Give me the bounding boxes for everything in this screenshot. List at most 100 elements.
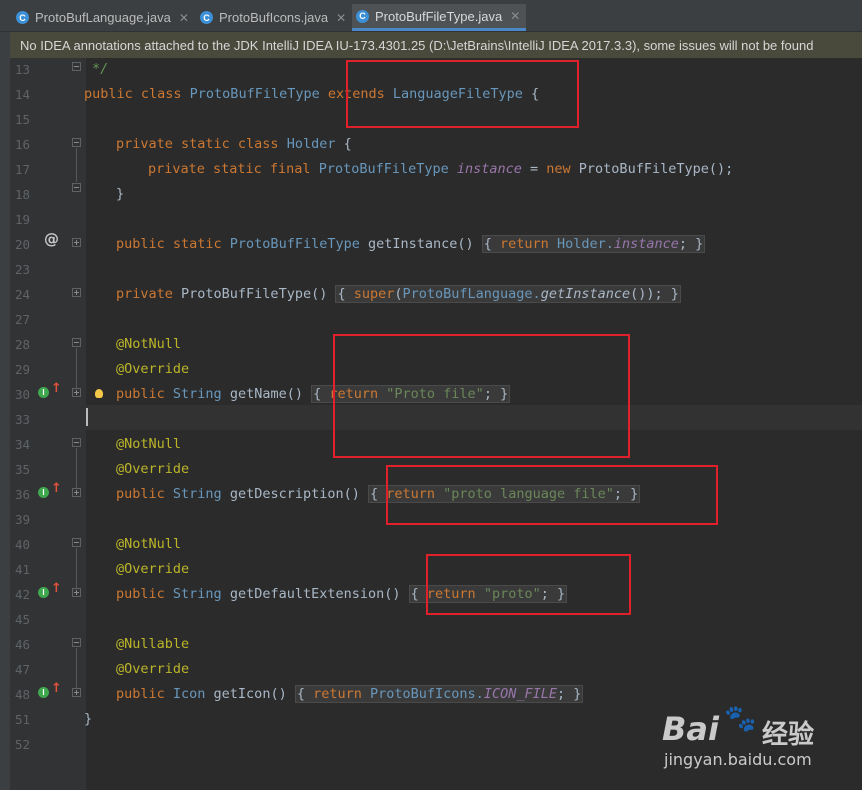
folded-method-body[interactable]: { return Holder.instance; } — [481, 235, 706, 253]
close-icon[interactable]: ✕ — [179, 11, 189, 25]
keyword: return — [313, 686, 371, 702]
tab-protobuffiletype[interactable]: C ProtoBufFileType.java ✕ — [352, 4, 526, 31]
method-name: getIcon — [213, 686, 271, 702]
paren: ( — [394, 286, 403, 302]
highlight-box — [346, 60, 579, 128]
annotation: @Override — [116, 561, 190, 577]
expand-icon[interactable] — [72, 388, 81, 397]
overrides-up-arrow-icon[interactable]: ↑ — [51, 681, 62, 696]
class-name: ProtoBufFileType — [318, 161, 457, 177]
brace: { — [296, 686, 314, 702]
watermark-url-text: jingyan.baidu.com — [664, 750, 812, 769]
implements-method-icon[interactable]: I — [38, 587, 49, 598]
line-number: 29 — [14, 362, 30, 377]
line-number: 35 — [14, 462, 30, 477]
brace: } — [116, 186, 125, 202]
method-name: getInstance — [367, 236, 458, 252]
line-number: 23 — [14, 262, 30, 277]
close-icon[interactable]: ✕ — [336, 11, 346, 25]
expand-icon[interactable] — [72, 488, 81, 497]
code-line-17: private static final ProtoBufFileType in… — [148, 157, 733, 182]
class-name: String — [172, 486, 230, 502]
keyword: public — [116, 386, 173, 402]
code-line-48: public Icon getIcon() { return ProtoBufI… — [116, 682, 584, 707]
parens: () — [270, 686, 295, 702]
watermark-cn-text: 经验 — [762, 720, 815, 750]
line-number: 20 — [14, 237, 30, 252]
parens: () — [384, 586, 409, 602]
fold-toggle-icon[interactable] — [72, 62, 81, 71]
line-number: 46 — [14, 637, 30, 652]
line-number: 39 — [14, 512, 30, 527]
fold-toggle-icon[interactable] — [72, 338, 81, 347]
annotation: @NotNull — [116, 336, 182, 352]
overrides-up-arrow-icon[interactable]: ↑ — [51, 581, 62, 596]
keyword: private static final — [148, 161, 319, 177]
keyword: new — [546, 161, 579, 177]
code-line-20: public static ProtoBufFileType getInstan… — [116, 232, 706, 257]
field-name: ICON_FILE — [483, 686, 557, 702]
class-name: Holder — [286, 136, 336, 152]
code-line-34: @NotNull — [116, 432, 181, 457]
keyword: private static class — [116, 136, 287, 152]
line-number: 13 — [14, 62, 30, 77]
expand-icon[interactable] — [72, 588, 81, 597]
watermark-brand: Bai — [662, 710, 719, 748]
folded-method-body[interactable]: { return ProtoBufIcons.ICON_FILE; } — [294, 685, 584, 703]
class-name: Holder. — [556, 236, 614, 252]
parens: () — [457, 236, 482, 252]
fold-toggle-icon[interactable] — [72, 183, 81, 192]
tab-protobuficons[interactable]: C ProtoBufIcons.java ✕ — [196, 4, 348, 31]
constructor-call: ProtoBufFileType(); — [578, 161, 734, 177]
close-icon[interactable]: ✕ — [510, 9, 520, 23]
highlight-box — [333, 334, 630, 458]
code-line-13: */ — [92, 57, 108, 82]
brace: } — [84, 711, 93, 727]
keyword: super — [353, 286, 395, 302]
class-name: ProtoBufLanguage. — [402, 286, 541, 302]
keyword: public — [116, 686, 173, 702]
keyword: public class — [84, 86, 190, 102]
line-number: 40 — [14, 537, 30, 552]
folded-method-body[interactable]: { super(ProtoBufLanguage.getInstance());… — [335, 285, 681, 303]
fold-toggle-icon[interactable] — [72, 638, 81, 647]
java-class-icon: C — [200, 11, 213, 24]
highlight-box — [386, 465, 718, 525]
class-name: ProtoBufFileType — [229, 236, 368, 252]
overrides-up-arrow-icon[interactable]: ↑ — [51, 481, 62, 496]
annotation-marker-icon[interactable]: @ — [44, 230, 59, 248]
keyword: private — [116, 286, 182, 302]
class-name: String — [172, 386, 230, 402]
line-number: 51 — [14, 712, 30, 727]
parens: () — [343, 486, 368, 502]
implements-method-icon[interactable]: I — [38, 687, 49, 698]
brace: { — [335, 136, 352, 152]
expand-icon[interactable] — [72, 238, 81, 247]
annotation: @NotNull — [116, 536, 182, 552]
overrides-up-arrow-icon[interactable]: ↑ — [51, 381, 62, 396]
implements-method-icon[interactable]: I — [38, 487, 49, 498]
code-line-46: @Nullable — [116, 632, 189, 657]
implements-method-icon[interactable]: I — [38, 387, 49, 398]
keyword: public static — [116, 236, 230, 252]
tab-protobuflanguage[interactable]: C ProtoBufLanguage.java ✕ — [12, 4, 190, 31]
left-tool-strip — [0, 0, 10, 790]
annotations-warning-banner: No IDEA annotations attached to the JDK … — [10, 32, 862, 58]
operator: = — [521, 161, 547, 177]
brace: ; } — [556, 686, 582, 702]
fold-toggle-icon[interactable] — [72, 538, 81, 547]
tab-label: ProtoBufIcons.java — [219, 10, 329, 25]
expand-icon[interactable] — [72, 688, 81, 697]
code-line-41: @Override — [116, 557, 189, 582]
class-name: ProtoBufFileType — [189, 86, 328, 102]
watermark-brand-cn: 经验 — [762, 714, 814, 751]
brace: ()); } — [630, 286, 679, 302]
class-name: Icon — [172, 686, 214, 702]
line-number: 45 — [14, 612, 30, 627]
line-number: 34 — [14, 437, 30, 452]
line-number: 47 — [14, 662, 30, 677]
expand-icon[interactable] — [72, 288, 81, 297]
method-name: getDefaultExtension — [229, 586, 385, 602]
fold-toggle-icon[interactable] — [72, 138, 81, 147]
fold-toggle-icon[interactable] — [72, 438, 81, 447]
